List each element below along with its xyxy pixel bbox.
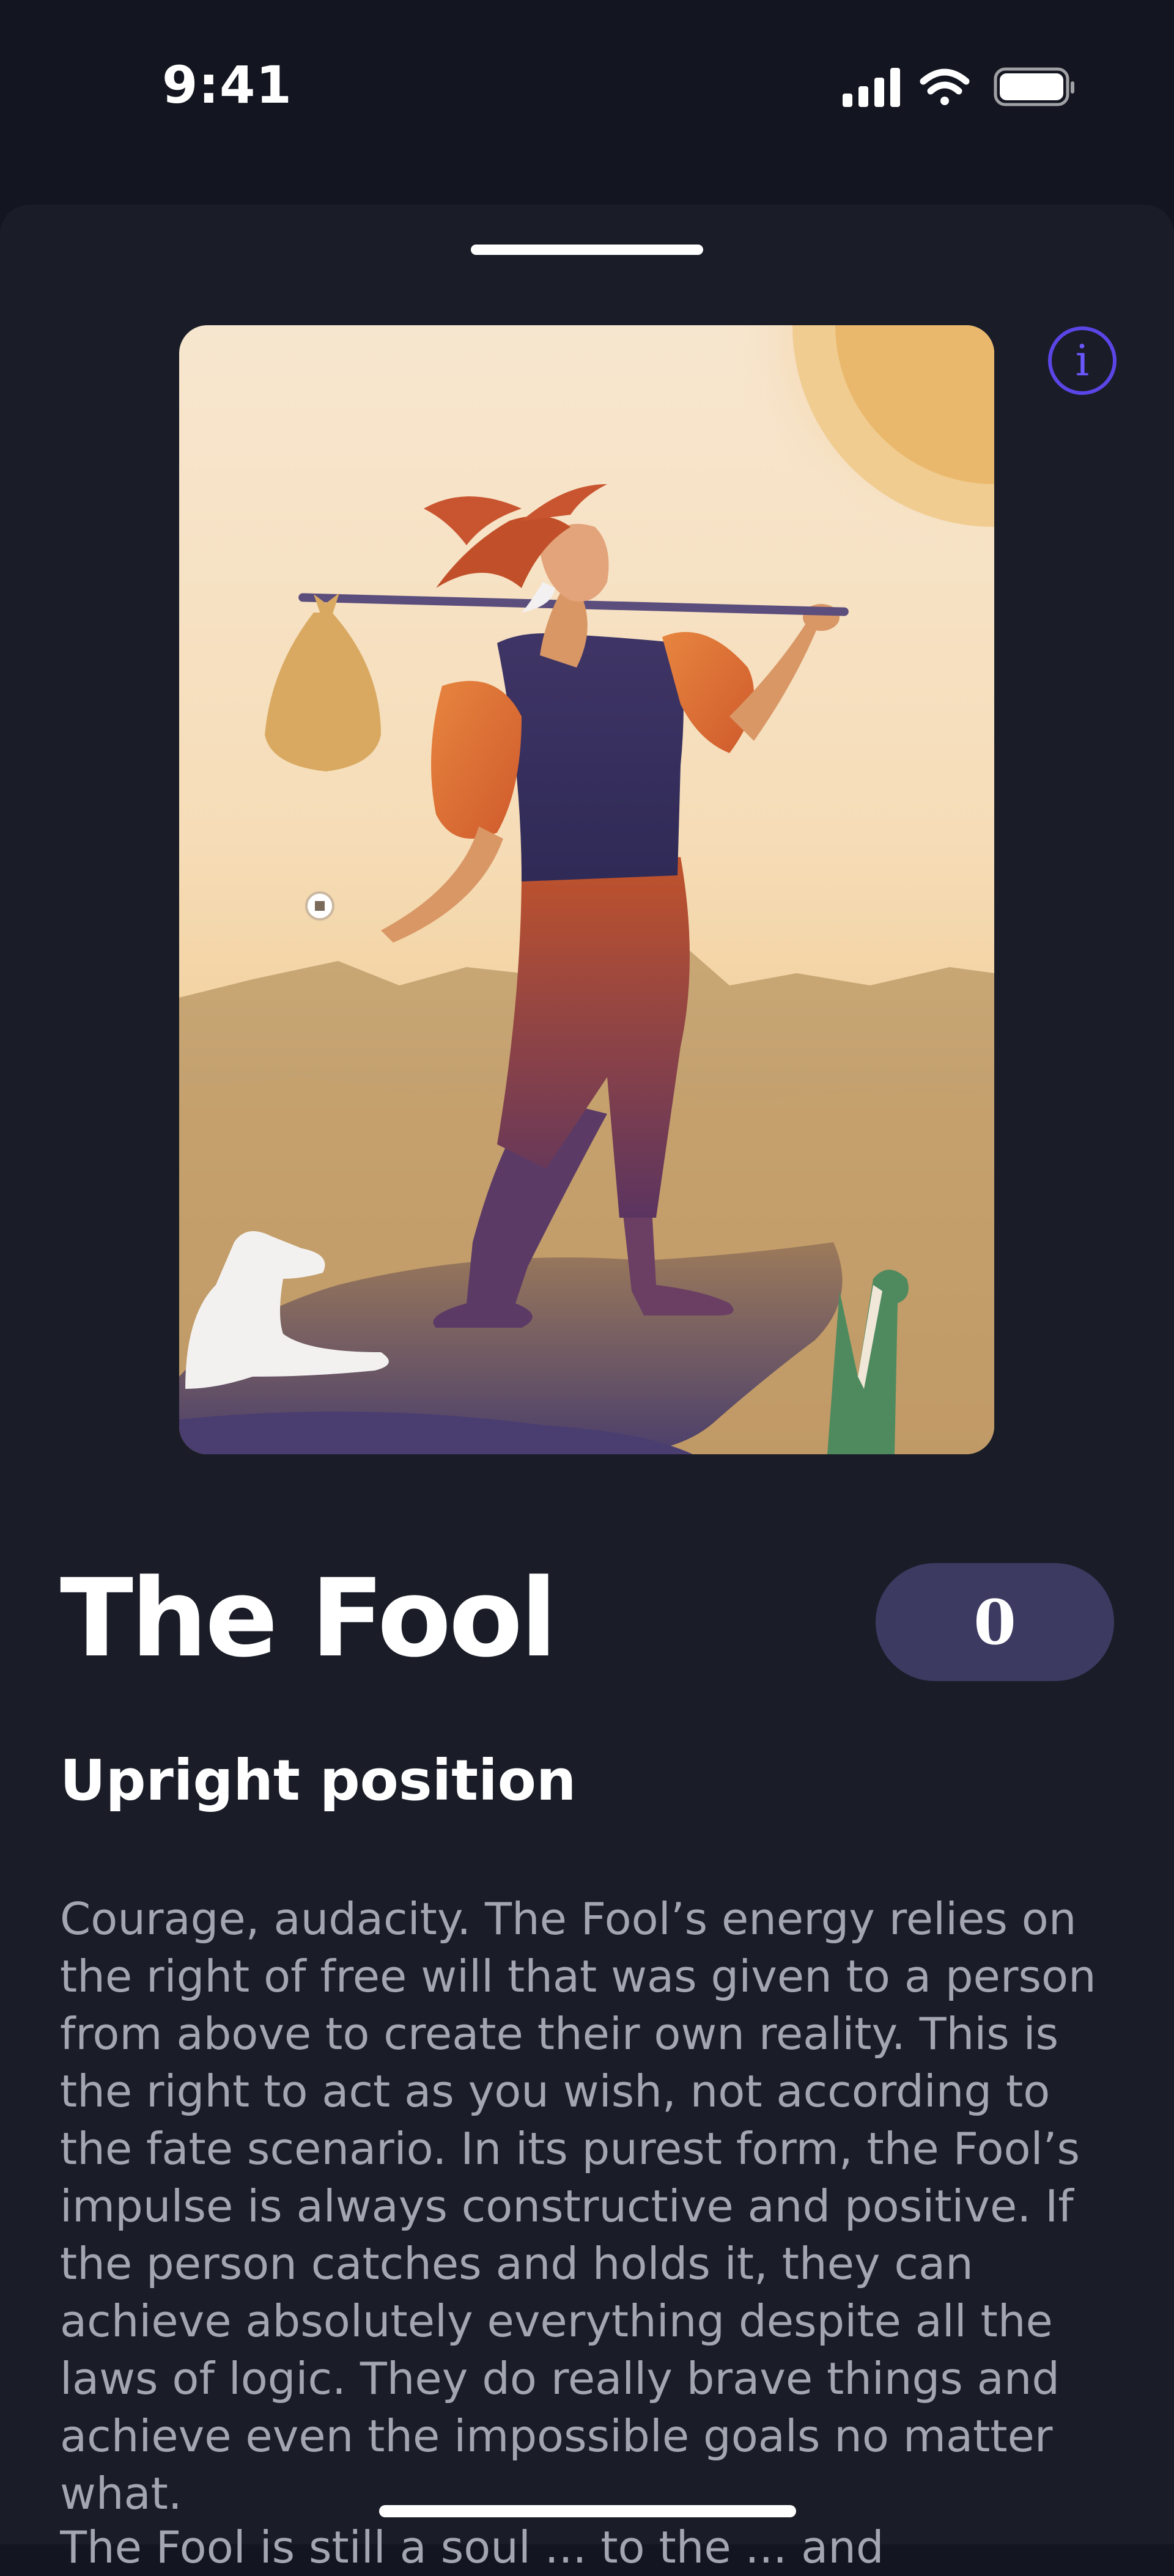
info-icon: i xyxy=(1075,336,1090,386)
card-number-badge: 0 xyxy=(876,1563,1114,1681)
home-indicator xyxy=(379,2505,796,2517)
status-time: 9:41 xyxy=(162,55,292,115)
card-description: Courage, audacity. The Fool’s energy rel… xyxy=(60,1893,1096,2519)
sheet-grabber[interactable] xyxy=(471,245,703,255)
info-button[interactable]: i xyxy=(1048,326,1117,395)
card-description-next: The Fool is still a soul ... to the ... … xyxy=(60,2522,884,2573)
cellular-signal-icon xyxy=(843,68,900,107)
card-title: The Fool xyxy=(60,1556,557,1681)
status-bar: 9:41 xyxy=(0,0,1174,202)
tarot-card-image xyxy=(179,325,994,1454)
status-icons xyxy=(843,67,1074,107)
section-heading: Upright position xyxy=(60,1748,577,1813)
battery-icon xyxy=(994,67,1074,106)
wifi-icon xyxy=(920,68,970,105)
the-fool-illustration xyxy=(179,325,994,1454)
